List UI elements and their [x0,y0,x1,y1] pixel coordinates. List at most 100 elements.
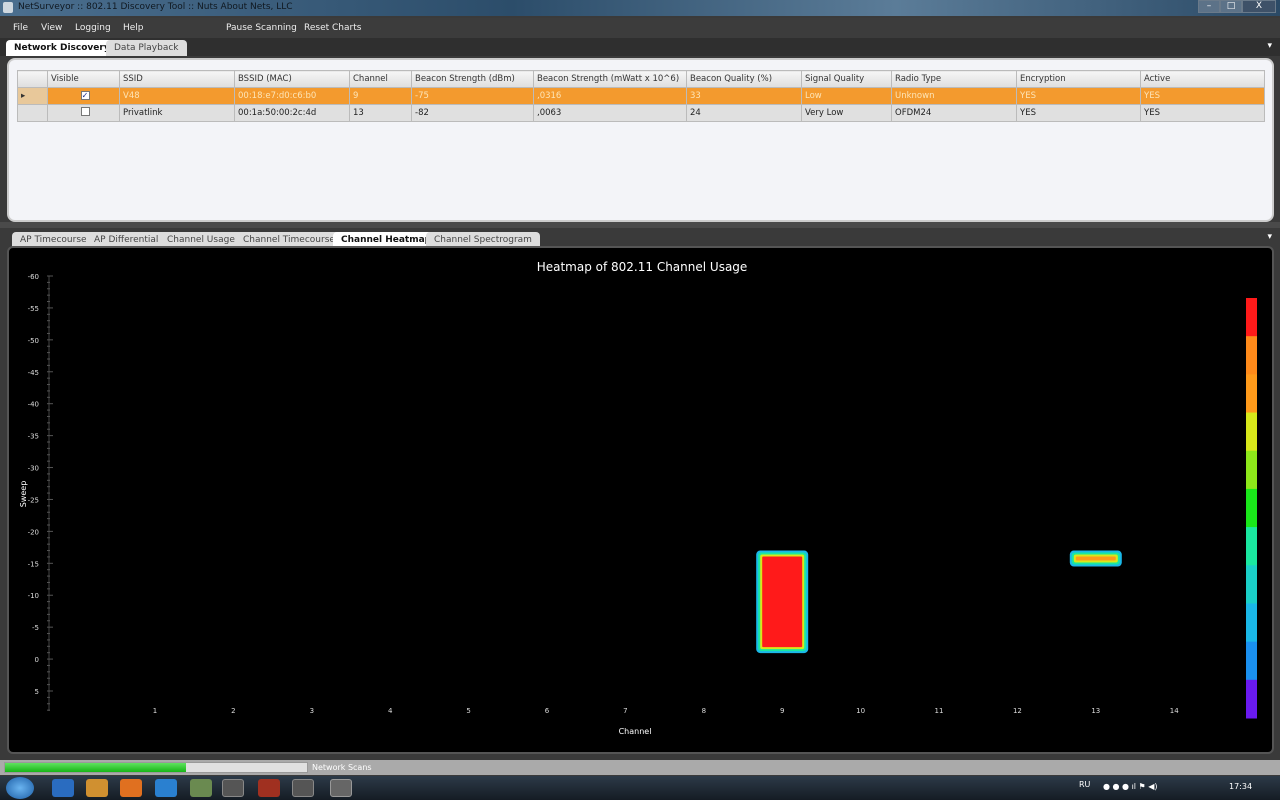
heat-cell-layer [762,556,803,648]
col-beacon-quality[interactable]: Beacon Quality (%) [686,70,802,88]
color-scale-segment [1246,603,1257,643]
reset-charts-button[interactable]: Reset Charts [304,23,361,33]
heat-cell-ch13 [1069,550,1122,567]
minimize-button[interactable]: – [1198,0,1220,13]
firefox-icon[interactable] [120,779,142,797]
y-tick-label: -10 [28,592,39,600]
close-button[interactable]: X [1242,0,1276,13]
cell-channel: 13 [349,104,412,122]
mail-window-icon[interactable] [292,779,314,797]
cell-radio-type: Unknown [891,87,1017,105]
firefox-window-icon[interactable] [222,779,244,797]
x-tick-label: 12 [1013,707,1022,715]
heatmap-chart: Heatmap of 802.11 Channel Usage Channel … [19,260,1257,736]
col-signal-quality[interactable]: Signal Quality [801,70,892,88]
explorer-icon[interactable] [190,779,212,797]
cell-active: YES [1140,104,1265,122]
cell-encryption: YES [1016,104,1141,122]
col-active[interactable]: Active [1140,70,1265,88]
y-tick-label: -15 [28,560,39,568]
col-channel[interactable]: Channel [349,70,412,88]
x-tick-label: 13 [1091,707,1100,715]
clock[interactable]: 17:34 [1229,782,1252,791]
cell-encryption: YES [1016,87,1141,105]
tab-network-discovery[interactable]: Network Discovery [6,40,118,56]
visible-checkbox[interactable] [80,107,90,116]
y-tick-label: -25 [28,496,39,504]
menu-file[interactable]: File [13,23,28,33]
x-tick-label: 4 [388,707,393,715]
y-tick-label: -5 [32,624,39,632]
dropdown-icon[interactable]: ▾ [1267,232,1272,242]
x-tick-label: 3 [310,707,314,715]
table-row[interactable]: ▸ ✓ V48 00:18:e7:d0:c6:b0 9 -75 ,0316 33… [17,87,1265,105]
y-tick-label: 0 [35,656,39,664]
title-bar: NetSurveyor :: 802.11 Discovery Tool :: … [0,0,1280,16]
app-icon [3,2,13,13]
color-scale-segment [1246,679,1257,719]
row-selector[interactable] [17,104,48,122]
start-button[interactable] [6,777,34,799]
color-scale-segment [1246,527,1257,566]
status-bar: Network Scans [0,760,1280,775]
cell-active: YES [1140,87,1265,105]
cell-dbm: -82 [411,104,534,122]
cell-mw: ,0063 [533,104,687,122]
cell-beacon-quality: 33 [686,87,802,105]
cell-bssid: 00:1a:50:00:2c:4d [234,104,350,122]
panel-splitter[interactable] [0,222,1280,228]
progress-label: Network Scans [312,763,372,772]
window-title: NetSurveyor :: 802.11 Discovery Tool :: … [18,2,293,12]
taskbar-app-icon[interactable] [52,779,74,797]
col-encryption[interactable]: Encryption [1016,70,1141,88]
col-ssid[interactable]: SSID [119,70,235,88]
cell-bssid: 00:18:e7:d0:c6:b0 [234,87,350,105]
mail-icon[interactable] [258,779,280,797]
language-indicator[interactable]: RU [1079,780,1090,789]
x-tick-label: 8 [702,707,706,715]
tab-data-playback[interactable]: Data Playback [106,40,187,56]
pause-scanning-button[interactable]: Pause Scanning [226,23,297,33]
col-radio-type[interactable]: Radio Type [891,70,1017,88]
menu-view[interactable]: View [41,23,62,33]
color-scale-segment [1246,450,1257,490]
tray-icons[interactable]: ● ● ● ıl ⚑ ◀) [1103,782,1158,791]
chart-tabs: AP Timecourse AP Differential Channel Us… [0,230,1280,248]
y-tick-label: -35 [28,433,39,441]
cell-signal-quality: Very Low [801,104,892,122]
y-tick-label: -45 [28,369,39,377]
y-tick-label: -60 [28,273,39,281]
color-scale-segment [1246,641,1257,681]
col-strength-dbm[interactable]: Beacon Strength (dBm) [411,70,534,88]
media-player-icon[interactable] [86,779,108,797]
heat-cell-ch9 [756,550,809,654]
scan-progress-bar [4,762,308,773]
color-scale-segment [1246,412,1257,452]
cell-mw: ,0316 [533,87,687,105]
col-bssid[interactable]: BSSID (MAC) [234,70,350,88]
dropdown-icon[interactable]: ▾ [1267,41,1272,51]
netsurveyor-window-icon[interactable] [330,779,352,797]
cell-channel: 9 [349,87,412,105]
y-tick-label: 5 [35,688,39,696]
ie-icon[interactable] [155,779,177,797]
color-scale-segment [1246,336,1257,375]
menu-logging[interactable]: Logging [75,23,111,33]
row-header [17,70,48,88]
x-tick-label: 7 [623,707,627,715]
menu-help[interactable]: Help [123,23,144,33]
y-tick-label: -40 [28,401,39,409]
x-tick-label: 10 [856,707,865,715]
x-tick-label: 11 [935,707,944,715]
row-selector[interactable]: ▸ [17,87,48,105]
cell-ssid: V48 [119,87,235,105]
col-strength-mw[interactable]: Beacon Strength (mWatt x 10^6) [533,70,687,88]
cell-beacon-quality: 24 [686,104,802,122]
cell-ssid: Privatlink [119,104,235,122]
maximize-button[interactable]: □ [1220,0,1242,13]
table-row[interactable]: Privatlink 00:1a:50:00:2c:4d 13 -82 ,006… [17,104,1265,122]
visible-checkbox[interactable]: ✓ [80,91,90,100]
menu-bar: File View Logging Help Pause Scanning Re… [0,18,1280,38]
col-visible[interactable]: Visible [47,70,120,88]
y-tick-label: -50 [28,337,39,345]
